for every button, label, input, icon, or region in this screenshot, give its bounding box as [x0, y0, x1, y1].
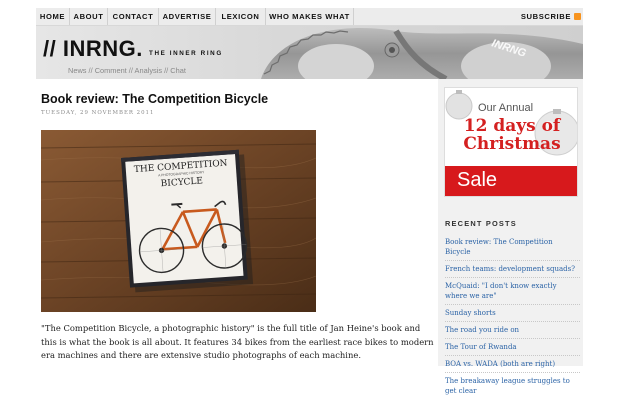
recent-post-link[interactable]: The Tour of Rwanda [445, 338, 580, 355]
site-subnav: News // Comment // Analysis // Chat [68, 66, 186, 75]
top-nav: HOME ABOUT CONTACT ADVERTISE LEXICON WHO… [36, 8, 583, 26]
promo-line2: 12 days of Christmas [463, 116, 561, 154]
recent-posts-heading: RECENT POSTS [445, 219, 517, 228]
nav-lexicon[interactable]: LEXICON [216, 8, 266, 25]
promo-line1: Our Annual [478, 102, 534, 114]
recent-post-link[interactable]: Book review: The Competition Bicycle [445, 234, 580, 260]
subscribe-link[interactable]: SUBSCRIBE [521, 8, 581, 25]
site-logo[interactable]: // INRNG. [43, 36, 143, 62]
recent-post-link[interactable]: McQuaid: "I don't know exactly where we … [445, 277, 580, 304]
header-banner: INRNG // INRNG. THE INNER RING News // C… [36, 26, 583, 79]
recent-post-link[interactable]: French teams: development squads? [445, 260, 580, 277]
recent-post-link[interactable]: The road you ride on [445, 321, 580, 338]
site-tagline: THE INNER RING [149, 50, 223, 57]
nav-contact[interactable]: CONTACT [108, 8, 159, 25]
nav-who-makes-what[interactable]: WHO MAKES WHAT [266, 8, 354, 25]
nav-home[interactable]: HOME [36, 8, 70, 25]
recent-post-link[interactable]: Sunday shorts [445, 304, 580, 321]
recent-posts-list: Book review: The Competition Bicycle Fre… [445, 234, 580, 399]
promo-sale-label: Sale [457, 169, 498, 191]
christmas-sale-banner[interactable]: Our Annual 12 days of Christmas Sale [444, 87, 578, 197]
promo-sale-bar: Sale [445, 166, 577, 196]
recent-post-link[interactable]: BOA vs. WADA (both are right) [445, 355, 580, 372]
nav-advertise[interactable]: ADVERTISE [159, 8, 216, 25]
nav-about[interactable]: ABOUT [70, 8, 108, 25]
book-photo-illustration: THE COMPETITION A PHOTOGRAPHIC HISTORY B… [41, 130, 316, 312]
post-body: "The Competition Bicycle, a photographic… [41, 323, 434, 360]
rss-icon [574, 12, 581, 20]
post-date: TUESDAY, 29 NOVEMBER 2011 [41, 110, 155, 116]
subscribe-label: SUBSCRIBE [520, 12, 571, 21]
recent-post-link[interactable]: The breakaway league struggles to get cl… [445, 372, 580, 399]
post-photo: THE COMPETITION A PHOTOGRAPHIC HISTORY B… [41, 130, 316, 312]
post-title[interactable]: Book review: The Competition Bicycle [41, 92, 268, 106]
